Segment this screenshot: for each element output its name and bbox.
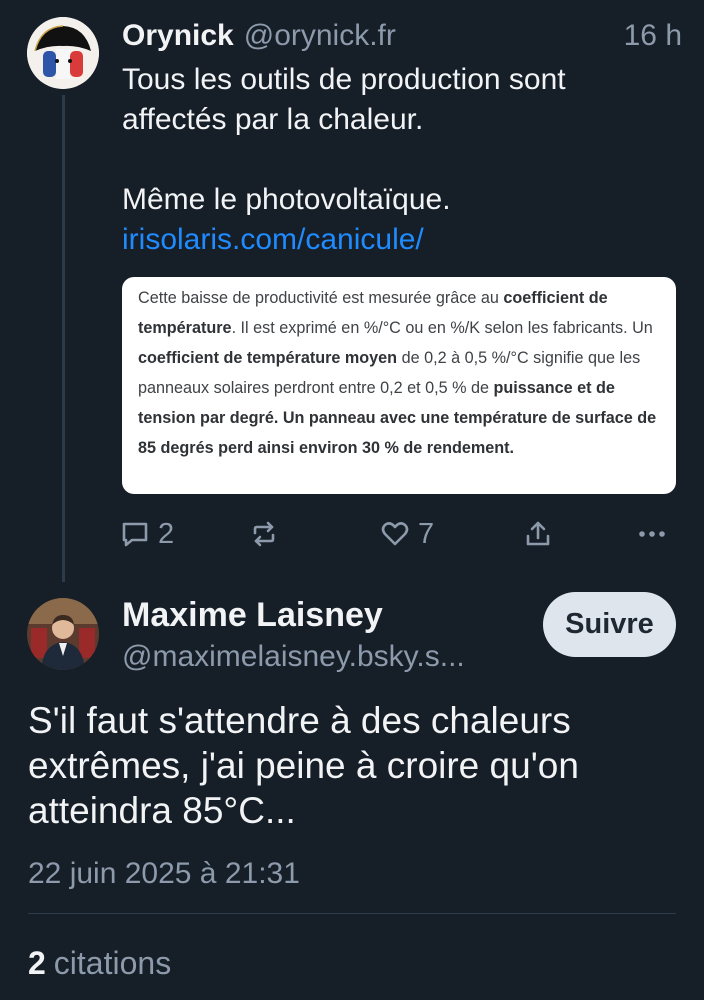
embedded-image[interactable]: Cette baisse de productivité est mesurée… xyxy=(122,277,676,494)
avatar[interactable] xyxy=(27,17,99,89)
thread-line xyxy=(62,95,65,582)
post-text-line: Même le photovoltaïque. xyxy=(122,183,451,216)
post-timestamp: 22 juin 2025 à 21:31 xyxy=(28,857,300,890)
orynick-avatar-image xyxy=(27,17,99,89)
maxime-avatar-image xyxy=(27,598,99,670)
divider xyxy=(28,913,676,914)
reply-button[interactable]: 2 xyxy=(120,512,174,556)
author-handle[interactable]: @maximelaisney.bsky.s... xyxy=(122,636,465,678)
heart-icon xyxy=(381,522,409,546)
more-options-button[interactable] xyxy=(638,512,666,556)
post-orynick[interactable]: Orynick @orynick.fr 16 h Tous les outils… xyxy=(122,14,682,260)
author-handle[interactable]: @orynick.fr xyxy=(244,14,396,58)
quotes-count: 2 xyxy=(28,945,46,981)
embed-text: Cette baisse de productivité est mesurée… xyxy=(138,289,504,307)
reply-count: 2 xyxy=(158,517,175,550)
post-link[interactable]: irisolaris.com/canicule/ xyxy=(122,223,424,256)
like-count: 7 xyxy=(418,517,435,550)
avatar[interactable] xyxy=(27,598,99,670)
post-text: Tous les outils de production sont affec… xyxy=(122,60,682,260)
quotes-label: citations xyxy=(53,945,172,981)
author-name[interactable]: Orynick xyxy=(122,14,234,58)
quotes-link[interactable]: 2 citations xyxy=(28,941,171,985)
embed-bold-text: coefficient de température moyen xyxy=(138,349,398,367)
repost-arrows-icon xyxy=(253,521,275,547)
speech-bubble-icon xyxy=(122,522,148,547)
share-icon xyxy=(526,521,550,546)
post-text-line: affectés par la chaleur. xyxy=(122,103,424,136)
post-text: S'il faut s'attendre à des chaleurs extr… xyxy=(28,700,579,831)
post-text-line: Tous les outils de production sont xyxy=(122,63,566,96)
embed-text: . Il est exprimé en %/°C ou en %/K selon… xyxy=(231,319,653,337)
ellipsis-icon xyxy=(639,531,665,537)
repost-button[interactable] xyxy=(250,512,278,556)
like-button[interactable]: 7 xyxy=(380,512,434,556)
post-time[interactable]: 16 h xyxy=(624,14,682,58)
post-actions: 2 7 xyxy=(120,512,680,556)
follow-button[interactable]: Suivre xyxy=(543,592,676,657)
author-name[interactable]: Maxime Laisney xyxy=(122,592,383,638)
post-header: Orynick @orynick.fr 16 h xyxy=(122,14,682,58)
share-button[interactable] xyxy=(524,512,552,556)
